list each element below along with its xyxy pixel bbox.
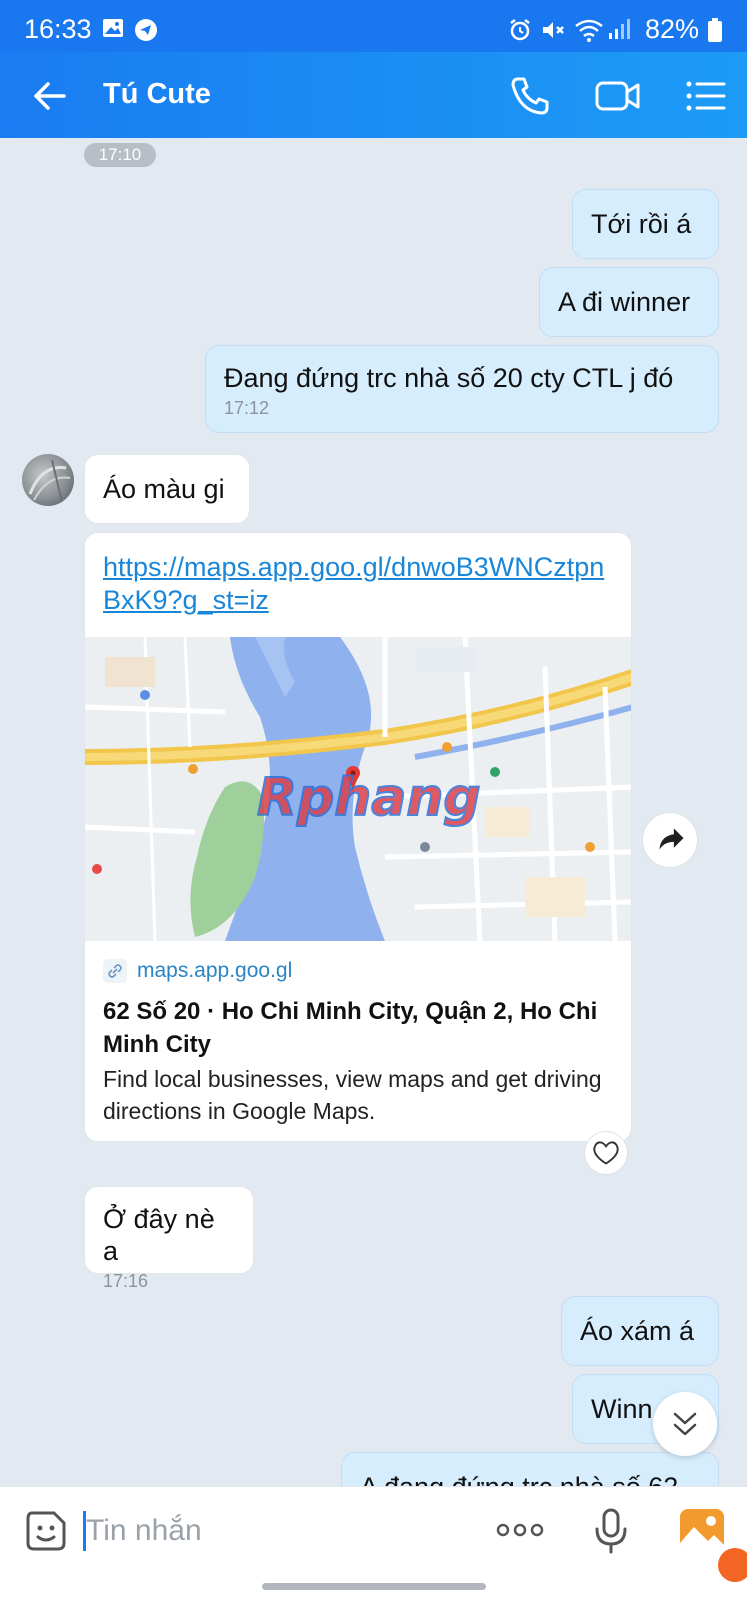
microphone-icon[interactable]	[592, 1507, 630, 1555]
message-bubble-incoming[interactable]: Áo màu gi	[84, 454, 250, 524]
home-indicator[interactable]	[262, 1583, 486, 1590]
chat-header: Tú Cute	[0, 52, 747, 138]
message-bubble-outgoing[interactable]: Đang đứng trc nhà số 20 cty CTL j đó 17:…	[205, 345, 719, 433]
link-description: Find local businesses, view maps and get…	[103, 1066, 602, 1124]
message-text: Áo xám á	[580, 1316, 695, 1346]
message-bubble-incoming[interactable]: Ở đây nè a 17:16	[84, 1186, 254, 1291]
message-bubble-outgoing[interactable]: Tới rồi á	[572, 189, 719, 259]
link-title: 62 Số 20 · Ho Chi Minh City, Quận 2, Ho …	[103, 998, 598, 1058]
battery-icon	[708, 18, 722, 42]
message-link[interactable]: https://maps.app.goo.gl/dnwoB3WNCztpnBxK…	[103, 551, 613, 617]
message-text: Áo màu gi	[103, 474, 225, 504]
status-time: 16:33	[24, 14, 92, 44]
map-thumbnail[interactable]: Rphang	[85, 637, 632, 941]
watermark: Rphang	[257, 768, 481, 828]
message-text: Tới rồi á	[591, 209, 692, 239]
message-text: A đi winner	[558, 287, 691, 317]
telegram-icon	[135, 19, 157, 41]
photo-notification-icon	[103, 19, 123, 37]
signal-icon	[609, 19, 630, 39]
link-domain: maps.app.goo.gl	[137, 959, 293, 982]
status-bar: 16:33 82%	[0, 0, 747, 52]
contact-name[interactable]: Tú Cute	[103, 78, 211, 111]
video-call-icon[interactable]	[594, 74, 642, 118]
message-bubble-outgoing[interactable]: Áo xám á	[561, 1296, 719, 1366]
sticker-icon[interactable]	[24, 1509, 68, 1553]
floating-badge[interactable]	[718, 1548, 747, 1582]
link-preview-card[interactable]: https://maps.app.goo.gl/dnwoB3WNCztpnBxK…	[84, 532, 632, 1142]
image-gallery-icon[interactable]	[678, 1507, 726, 1553]
message-time: 17:12	[224, 398, 270, 418]
wifi-icon	[575, 19, 603, 42]
list-menu-icon[interactable]	[684, 74, 728, 118]
message-text: Đang đứng trc nhà số 20 cty CTL j đó	[224, 363, 674, 393]
alarm-icon	[510, 19, 530, 41]
message-input[interactable]	[86, 1511, 466, 1551]
message-time: 17:16	[103, 1271, 149, 1291]
battery-percent: 82%	[644, 14, 699, 44]
scroll-down-icon[interactable]	[653, 1392, 717, 1456]
message-bubble-outgoing[interactable]: A đi winner	[539, 267, 719, 337]
avatar[interactable]	[22, 454, 74, 506]
mute-icon	[543, 22, 564, 38]
share-forward-icon[interactable]	[642, 812, 698, 868]
link-icon	[103, 959, 127, 983]
heart-icon[interactable]	[584, 1131, 628, 1175]
more-dots-icon[interactable]	[495, 1515, 545, 1545]
message-text: Ở đây nè a	[103, 1204, 215, 1266]
time-separator: 17:10	[84, 143, 156, 167]
arrow-left-icon[interactable]	[30, 76, 70, 116]
phone-icon[interactable]	[508, 74, 552, 118]
avatar-image	[28, 459, 71, 503]
